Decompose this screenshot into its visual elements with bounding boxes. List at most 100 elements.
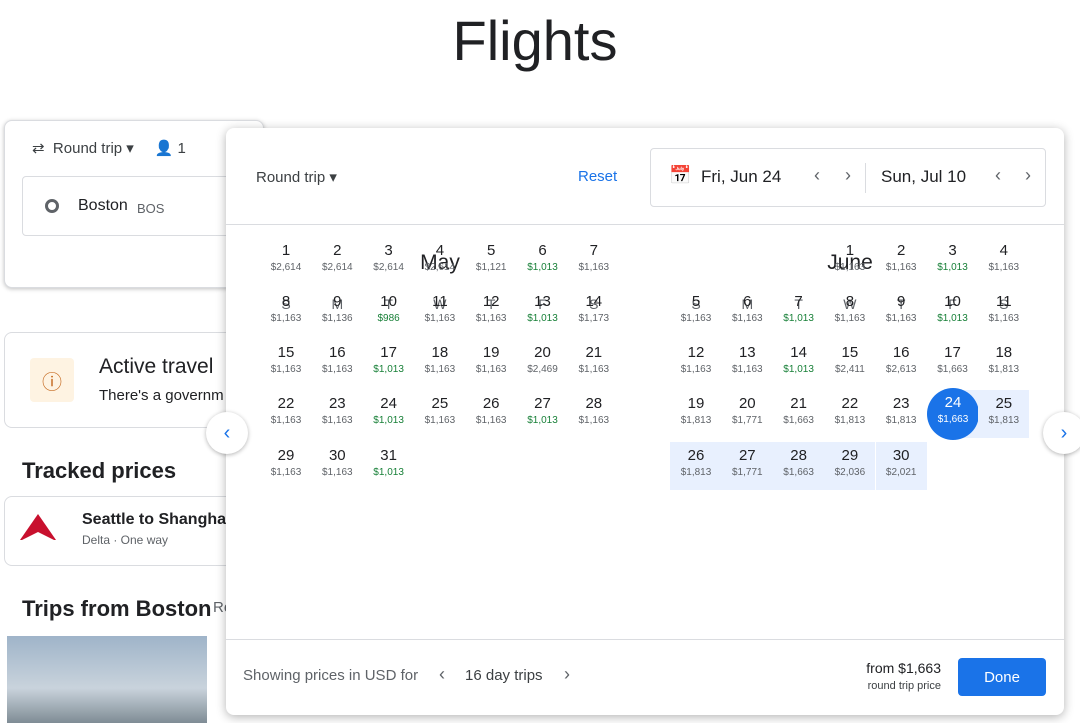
date-cell[interactable]: 6 $1,163 <box>722 287 773 337</box>
day-price: $1,163 <box>475 313 507 324</box>
date-cell[interactable]: 19 $1,163 <box>466 338 517 388</box>
day-price: $1,163 <box>322 467 353 478</box>
price-note: round trip price <box>867 680 941 692</box>
trip-length-next-icon[interactable]: › <box>556 664 578 685</box>
date-cell[interactable]: 21 $1,663 <box>773 389 824 439</box>
date-cell[interactable]: 15 $2,411 <box>824 338 875 388</box>
date-cell[interactable]: 31 $1,013 <box>363 441 414 491</box>
day-number: 29 <box>277 447 295 464</box>
date-cell[interactable]: 11 $1,163 <box>978 287 1029 337</box>
date-cell[interactable]: 21 $1,163 <box>568 338 619 388</box>
date-cell[interactable]: 9 $1,136 <box>312 287 363 337</box>
day-price: $1,163 <box>732 313 763 324</box>
day-number: 28 <box>585 395 603 412</box>
date-cell[interactable]: 13 $1,013 <box>517 287 568 337</box>
date-cell[interactable]: 26 $1,813 <box>671 441 722 491</box>
date-cell[interactable]: 13 $1,163 <box>722 338 773 388</box>
day-number: 17 <box>944 344 961 361</box>
date-cell[interactable]: 5 $1,121 <box>466 236 517 286</box>
date-cell[interactable]: 22 $1,163 <box>261 389 312 439</box>
date-cell[interactable]: 5 $1,163 <box>671 287 722 337</box>
date-cell[interactable]: 4 $2,614 <box>414 236 465 286</box>
date-cell[interactable]: 14 $1,173 <box>568 287 619 337</box>
date-cell[interactable]: 16 $1,163 <box>312 338 363 388</box>
day-number: 15 <box>277 344 295 361</box>
date-cell[interactable]: 10 $1,013 <box>927 287 978 337</box>
selected-date-cell[interactable]: 24 $1,663 <box>927 388 979 440</box>
date-cell[interactable]: 2 $2,614 <box>312 236 363 286</box>
date-cell[interactable]: 19 $1,813 <box>671 389 722 439</box>
date-cell[interactable]: 29 $2,036 <box>824 441 875 491</box>
date-cell[interactable]: 29 $1,163 <box>261 441 312 491</box>
date-cell[interactable]: 20 $1,771 <box>722 389 773 439</box>
day-price: $1,663 <box>783 467 814 478</box>
day-price: $2,614 <box>373 262 404 273</box>
date-cell[interactable]: 22 $1,813 <box>824 389 875 439</box>
date-cell[interactable]: 25 $1,163 <box>414 389 465 439</box>
date-cell[interactable]: 30 $2,021 <box>876 441 927 491</box>
day-price: $2,614 <box>270 262 302 273</box>
day-number: 2 <box>333 242 342 259</box>
date-cell[interactable]: 23 $1,813 <box>876 389 927 439</box>
day-number: 7 <box>589 242 598 259</box>
date-cell[interactable]: 12 $1,163 <box>466 287 517 337</box>
day-price: $2,614 <box>322 262 353 273</box>
date-cell[interactable]: 2 $1,163 <box>876 236 927 286</box>
day-price: $1,163 <box>834 262 866 273</box>
date-cell[interactable]: 12 $1,163 <box>671 338 722 388</box>
date-cell[interactable]: 28 $1,663 <box>773 441 824 491</box>
day-price: $2,411 <box>834 364 865 375</box>
date-cell[interactable]: 28 $1,163 <box>568 389 619 439</box>
trips-title: Trips from Boston <box>22 596 212 621</box>
day-number: 9 <box>897 293 906 310</box>
day-price: $1,163 <box>578 262 610 273</box>
day-price: $1,163 <box>680 313 712 324</box>
date-picker-dialog: Round trip ▾ Reset 📅 Fri, Jun 24 ‹ › Sun… <box>226 128 1064 715</box>
date-cell[interactable]: 17 $1,663 <box>927 338 978 388</box>
date-cell[interactable]: 9 $1,163 <box>876 287 927 337</box>
date-cell[interactable]: 10 $986 <box>363 287 414 337</box>
day-number: 11 <box>996 293 1012 310</box>
date-cell[interactable]: 7 $1,163 <box>568 236 619 286</box>
date-cell[interactable]: 17 $1,013 <box>363 338 414 388</box>
day-number: 4 <box>435 242 445 259</box>
prev-month-button[interactable]: ‹ <box>206 412 248 454</box>
date-cell[interactable]: 26 $1,163 <box>466 389 517 439</box>
date-cell[interactable]: 30 $1,163 <box>312 441 363 491</box>
date-cell[interactable]: 27 $1,771 <box>722 441 773 491</box>
done-button[interactable]: Done <box>958 658 1046 696</box>
next-month-button[interactable]: › <box>1043 412 1080 454</box>
day-number: 27 <box>534 395 551 412</box>
date-cell[interactable]: 24 $1,013 <box>363 389 414 439</box>
date-cell[interactable]: 1 $1,163 <box>824 236 875 286</box>
date-cell[interactable]: 23 $1,163 <box>312 389 363 439</box>
date-cell[interactable]: 3 $1,013 <box>927 236 978 286</box>
date-cell[interactable]: 25 $1,813 <box>978 389 1029 439</box>
date-cell[interactable]: 8 $1,163 <box>824 287 875 337</box>
day-price: $1,163 <box>270 364 302 375</box>
date-cell[interactable]: 8 $1,163 <box>261 287 312 337</box>
date-cell[interactable]: 18 $1,813 <box>978 338 1029 388</box>
day-number: 20 <box>534 344 551 361</box>
date-cell[interactable]: 6 $1,013 <box>517 236 568 286</box>
day-number: 6 <box>743 293 752 310</box>
info-icon: ⓘ <box>30 358 74 402</box>
date-cell[interactable]: 4 $1,163 <box>978 236 1029 286</box>
date-cell[interactable]: 20 $2,469 <box>517 338 568 388</box>
date-cell[interactable]: 3 $2,614 <box>363 236 414 286</box>
day-price: $1,163 <box>885 313 917 324</box>
date-cell[interactable]: 16 $2,613 <box>876 338 927 388</box>
date-cell[interactable]: 18 $1,163 <box>414 338 465 388</box>
date-cell[interactable]: 27 $1,013 <box>517 389 568 439</box>
trip-length-prev-icon[interactable]: ‹ <box>431 664 453 685</box>
day-number: 2 <box>897 242 906 259</box>
date-cell[interactable]: 7 $1,013 <box>773 287 824 337</box>
date-cell[interactable]: 1 $2,614 <box>261 236 312 286</box>
day-price: $1,163 <box>988 313 1020 324</box>
swap-icon: ⇄ <box>32 140 45 157</box>
date-cell[interactable]: 15 $1,163 <box>261 338 312 388</box>
tracked-route: Seattle to Shangha <box>82 511 227 528</box>
date-cell[interactable]: 14 $1,013 <box>773 338 824 388</box>
date-cell[interactable]: 11 $1,163 <box>414 287 465 337</box>
trip-type-select[interactable]: ⇄ Round trip ▾ 👤 1 <box>32 139 186 157</box>
